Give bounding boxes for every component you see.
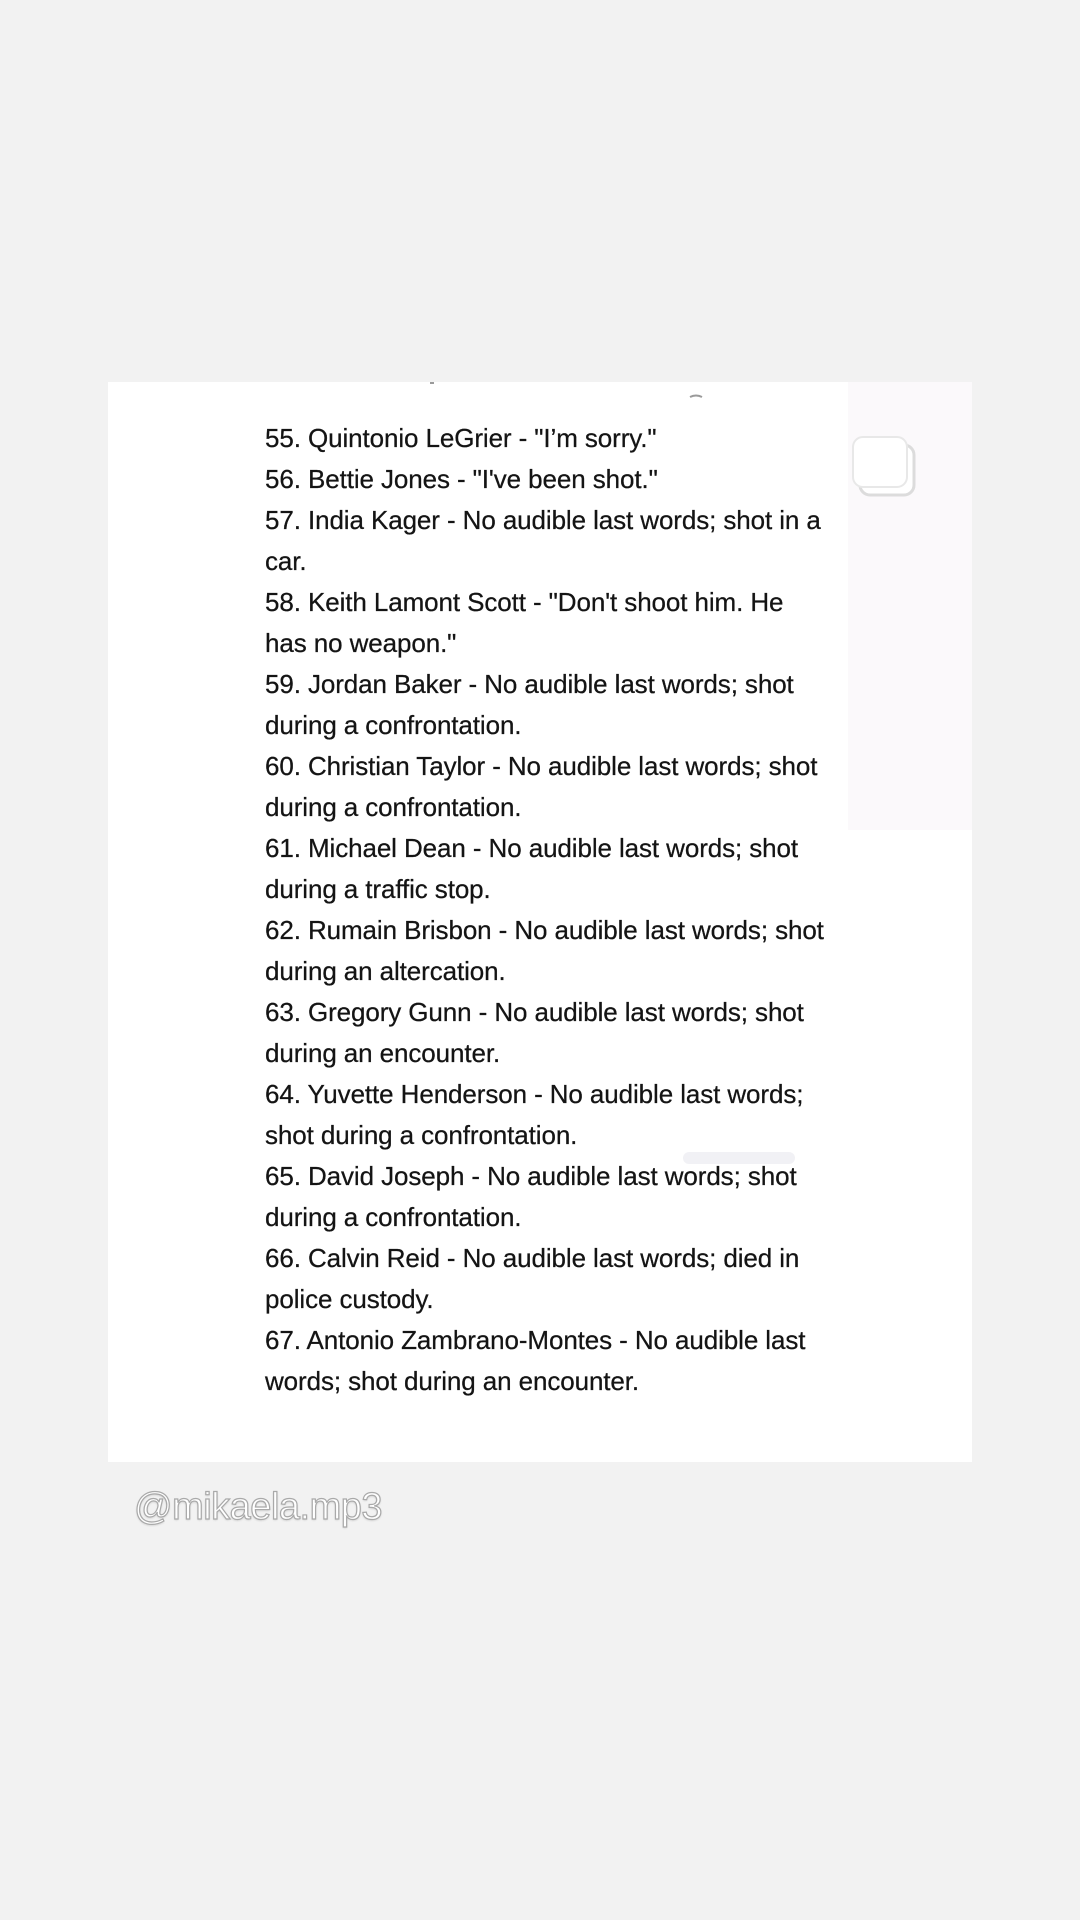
list-item: 57. India Kager - No audible last words;…: [265, 505, 821, 576]
list-item: 55. Quintonio LeGrier - "I’m sorry.": [265, 423, 657, 453]
list-item: 63. Gregory Gunn - No audible last words…: [265, 997, 804, 1068]
list-item: 61. Michael Dean - No audible last words…: [265, 833, 799, 904]
list-item: 59. Jordan Baker - No audible last words…: [265, 669, 794, 740]
list-item: 67. Antonio Zambrano-Montes - No audible…: [265, 1325, 806, 1396]
last-words-list: 55. Quintonio LeGrier - "I’m sorry." 56.…: [265, 418, 825, 1402]
list-item: 66. Calvin Reid - No audible last words;…: [265, 1243, 800, 1314]
list-item: 60. Christian Taylor - No audible last w…: [265, 751, 818, 822]
list-item: 62. Rumain Brisbon - No audible last wor…: [265, 915, 824, 986]
shared-post-card[interactable]: 55. Quintonio LeGrier - "I’m sorry." 56.…: [108, 382, 972, 1462]
username-sticker[interactable]: @mikaela.mp3: [133, 1485, 383, 1529]
list-item: 64. Yuvette Henderson - No audible last …: [265, 1079, 804, 1150]
list-item: 65. David Joseph - No audible last words…: [265, 1161, 797, 1232]
faint-watermark: [683, 1152, 795, 1164]
cropped-text-remnant: [430, 382, 703, 398]
list-item: 58. Keith Lamont Scott - "Don't shoot hi…: [265, 587, 784, 658]
multiple-photos-icon[interactable]: [850, 434, 926, 502]
list-item: 56. Bettie Jones - "I've been shot.": [265, 464, 658, 494]
